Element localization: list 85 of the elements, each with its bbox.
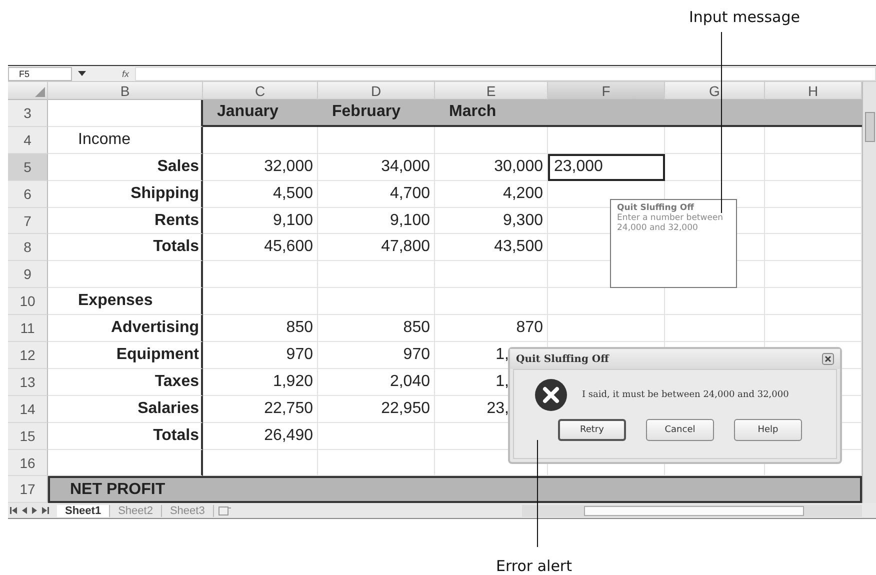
- row-label: Equipment: [48, 342, 203, 369]
- table-cell: 850: [318, 315, 435, 342]
- table-cell: 26,490: [203, 422, 318, 450]
- row-header[interactable]: 11: [8, 315, 48, 342]
- select-all-icon[interactable]: [35, 87, 45, 97]
- table-cell: 4,700: [318, 180, 435, 208]
- row-header[interactable]: 3: [8, 100, 48, 127]
- table-cell: 30,000: [435, 154, 548, 181]
- table-cell: 870: [435, 315, 548, 342]
- table-cell: 970: [203, 342, 318, 369]
- column-header[interactable]: H: [765, 82, 862, 100]
- vertical-scrollbar[interactable]: [862, 82, 876, 504]
- first-sheet-icon[interactable]: [10, 507, 17, 514]
- horizontal-scrollbar[interactable]: [522, 504, 862, 517]
- row-header[interactable]: 16: [8, 450, 48, 476]
- header-cell: March: [435, 100, 548, 127]
- row-label: Sales: [48, 154, 203, 181]
- row-header[interactable]: 4: [8, 126, 48, 154]
- scroll-thumb[interactable]: [584, 506, 804, 516]
- row-label: Rents: [48, 208, 203, 234]
- column-header[interactable]: F: [548, 82, 665, 100]
- row-header[interactable]: 13: [8, 368, 48, 396]
- function-label[interactable]: fx: [122, 68, 130, 78]
- row-header[interactable]: 9: [8, 261, 48, 288]
- row-header[interactable]: 17: [8, 476, 48, 504]
- row-header[interactable]: 7: [8, 208, 48, 234]
- header-cell: January: [203, 100, 318, 127]
- row-label: Expenses: [48, 288, 203, 316]
- column-header[interactable]: E: [435, 82, 548, 100]
- table-cell: 850: [203, 315, 318, 342]
- row-label: Totals: [48, 234, 203, 262]
- column-header[interactable]: B: [48, 82, 203, 100]
- row-header[interactable]: 10: [8, 288, 48, 316]
- row-header[interactable]: 12: [8, 342, 48, 369]
- table-cell: 45,600: [203, 234, 318, 262]
- dropdown-icon[interactable]: [78, 71, 86, 76]
- table-cell: 970: [318, 342, 435, 369]
- name-box[interactable]: F5: [8, 66, 72, 80]
- table-cell: 4,200: [435, 180, 548, 208]
- row-header[interactable]: 5: [8, 154, 48, 181]
- table-cell: 47,800: [318, 234, 435, 262]
- row-header[interactable]: 15: [8, 422, 48, 450]
- insert-sheet-icon[interactable]: [218, 506, 232, 516]
- callout-label: Error alert: [496, 557, 572, 575]
- table-cell: 32,000: [203, 154, 318, 181]
- row-label: Income: [48, 126, 203, 154]
- close-icon[interactable]: [822, 353, 834, 365]
- table-cell: 9,100: [203, 208, 318, 234]
- row-label: Shipping: [48, 180, 203, 208]
- row-label: Advertising: [48, 315, 203, 342]
- row-header[interactable]: 8: [8, 234, 48, 262]
- column-header[interactable]: C: [203, 82, 318, 100]
- callout-label: Input message: [688, 8, 800, 26]
- column-header[interactable]: G: [665, 82, 765, 100]
- row-label: Taxes: [48, 368, 203, 396]
- table-cell: 1,920: [203, 368, 318, 396]
- dialog-button[interactable]: Help: [734, 419, 802, 441]
- header-cell: February: [318, 100, 435, 127]
- scroll-thumb[interactable]: [865, 112, 875, 142]
- sheet-tab[interactable]: Sheet1: [57, 504, 110, 517]
- error-message: I said, it must be between 24,000 and 32,000: [582, 390, 789, 400]
- table-cell: 22,950: [318, 396, 435, 423]
- error-icon: [534, 378, 568, 412]
- row-header[interactable]: 14: [8, 396, 48, 423]
- row-label: Salaries: [48, 396, 203, 423]
- row-header[interactable]: 6: [8, 180, 48, 208]
- last-sheet-icon[interactable]: [42, 507, 49, 514]
- previous-sheet-icon[interactable]: [22, 507, 27, 514]
- dialog-button[interactable]: Cancel: [646, 419, 714, 441]
- banner-cell: NET PROFIT: [48, 476, 862, 504]
- table-cell: 43,500: [435, 234, 548, 262]
- formula-field[interactable]: [135, 66, 876, 80]
- input-message-title: Quit Sluffing Off: [617, 203, 696, 213]
- row-label: Totals: [48, 422, 203, 450]
- table-cell: 2,040: [318, 368, 435, 396]
- next-sheet-icon[interactable]: [32, 507, 37, 514]
- table-cell: 34,000: [318, 154, 435, 181]
- table-cell: 4,500: [203, 180, 318, 208]
- table-cell: 9,300: [435, 208, 548, 234]
- table-cell: 9,100: [318, 208, 435, 234]
- input-message-text: Enter a number between 24,000 and 32,000: [617, 214, 724, 234]
- dialog-button[interactable]: Retry: [558, 419, 626, 441]
- active-cell[interactable]: 23,000: [548, 154, 665, 181]
- column-header[interactable]: D: [318, 82, 435, 100]
- table-cell: 22,750: [203, 396, 318, 423]
